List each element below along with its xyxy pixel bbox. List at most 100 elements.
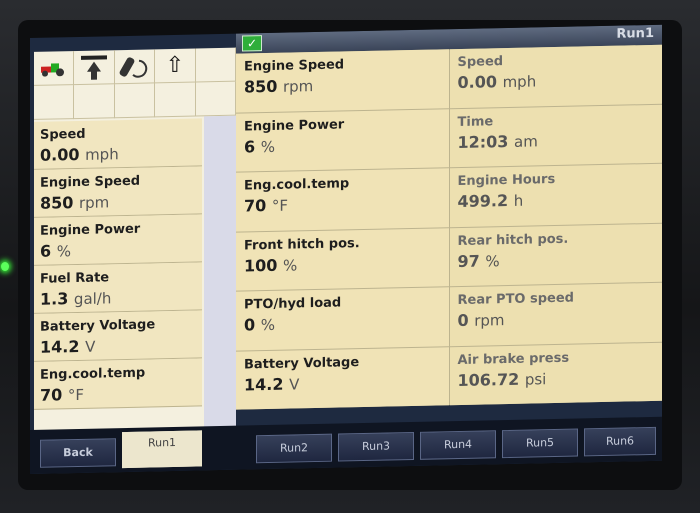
value-number: 0	[244, 315, 256, 335]
toolbar-blank-cell	[155, 82, 196, 118]
field-label: PTO/hyd load	[244, 295, 342, 313]
value-unit: %	[260, 315, 275, 335]
value-unit: mph	[85, 145, 119, 164]
left-fields: Speed 0.00 mph Engine Speed 850 rpm Engi…	[34, 118, 202, 410]
field-label: Battery Voltage	[244, 354, 360, 373]
field-label: Engine Hours	[457, 171, 556, 190]
field-label: Speed	[457, 54, 504, 71]
value-number: 0.00	[40, 144, 80, 165]
toolbar-blank-cell	[74, 84, 115, 120]
value-number: 97	[457, 251, 480, 271]
field-label: Battery Voltage	[40, 317, 156, 335]
value-number: 14.2	[40, 336, 80, 357]
value-unit: psi	[524, 369, 547, 389]
run-title: Run1	[616, 25, 654, 42]
field-value: 6 %	[40, 238, 202, 261]
field-value: 0.00 mph	[40, 142, 202, 165]
value-unit: h	[513, 191, 524, 210]
grid-cell-pto-hyd-load[interactable]: PTO/hyd load 0 %	[236, 287, 449, 351]
left-scroll-area[interactable]	[204, 115, 236, 441]
field-label: Engine Speed	[244, 57, 345, 75]
toolbar-blank-cell	[34, 85, 75, 120]
tab-run5[interactable]: Run5	[502, 428, 578, 459]
value-number: 0.00	[457, 72, 497, 93]
field-label: Engine Power	[244, 116, 345, 135]
value-unit: %	[485, 251, 500, 270]
tab-run3[interactable]: Run3	[338, 431, 414, 462]
field-value: 850 rpm	[40, 190, 202, 213]
left-panel: ⇧ Speed 0.00 mph Engine Speed 850 rpm En…	[34, 47, 236, 444]
field-value: 14.2 V	[244, 371, 449, 394]
data-grid: Engine Speed 850 rpm Speed 0.00 mph Engi…	[236, 44, 663, 410]
left-field-eng-cool-temp[interactable]: Eng.cool.temp 70 °F	[34, 358, 202, 410]
value-number: 70	[40, 385, 63, 405]
toolbar-blank-cell	[195, 81, 236, 117]
value-number: 12:03	[457, 131, 509, 152]
value-number: 1.3	[40, 289, 69, 309]
value-number: 106.72	[457, 369, 520, 390]
toolbar-blank-cell	[114, 83, 156, 119]
grid-cell-speed[interactable]: Speed 0.00 mph	[449, 44, 663, 108]
hitch-up-icon[interactable]	[74, 50, 115, 86]
value-number: 850	[40, 193, 74, 213]
left-field-engine-speed[interactable]: Engine Speed 850 rpm	[34, 166, 202, 218]
value-number: 70	[244, 196, 267, 216]
grid-cell-rear-hitch-pos[interactable]: Rear hitch pos. 97 %	[449, 223, 662, 287]
field-value: 850 rpm	[244, 73, 449, 97]
value-number: 100	[244, 255, 278, 276]
grid-cell-engine-hours[interactable]: Engine Hours 499.2 h	[449, 163, 663, 227]
field-value: 0.00 mph	[458, 69, 663, 92]
value-number: 850	[244, 76, 278, 97]
grid-cell-battery-voltage[interactable]: Battery Voltage 14.2 V	[236, 346, 449, 410]
value-unit: gal/h	[73, 289, 112, 309]
field-value: 6 %	[244, 133, 449, 156]
back-button[interactable]: Back	[40, 438, 116, 468]
tab-run4[interactable]: Run4	[420, 430, 496, 460]
grid-cell-engine-power[interactable]: Engine Power 6 %	[236, 108, 449, 172]
grid-cell-front-hitch-pos[interactable]: Front hitch pos. 100 %	[236, 227, 449, 291]
field-value: 100 %	[244, 252, 449, 275]
value-number: 6	[40, 241, 52, 261]
field-value: 70 °F	[40, 382, 202, 404]
value-unit: am	[514, 131, 538, 151]
value-number: 6	[244, 136, 256, 157]
pto-icon[interactable]	[114, 49, 156, 85]
grid-cell-engine-speed[interactable]: Engine Speed 850 rpm	[236, 49, 449, 113]
field-label: Air brake press	[457, 350, 570, 368]
power-led	[1, 262, 9, 271]
grid-cell-time[interactable]: Time 12:03 am	[449, 104, 663, 168]
tab-run6[interactable]: Run6	[584, 426, 656, 457]
left-field-battery-voltage[interactable]: Battery Voltage 14.2 V	[34, 310, 202, 362]
field-value: 14.2 V	[40, 334, 202, 357]
grid-cell-rear-pto-speed[interactable]: Rear PTO speed 0 rpm	[449, 282, 662, 346]
left-field-engine-power[interactable]: Engine Power 6 %	[34, 214, 202, 266]
value-unit: rpm	[474, 311, 505, 330]
left-field-fuel-rate[interactable]: Fuel Rate 1.3 gal/h	[34, 262, 202, 314]
field-label: Front hitch pos.	[244, 235, 360, 254]
value-unit: mph	[502, 72, 537, 92]
field-label: Engine Speed	[40, 173, 141, 191]
tractor-icon[interactable]	[34, 51, 75, 86]
icon-toolbar: ⇧	[34, 47, 236, 120]
value-number: 499.2	[457, 190, 509, 212]
field-value: 499.2 h	[458, 188, 663, 211]
field-label: Speed	[40, 126, 86, 143]
field-value: 70 °F	[244, 192, 449, 215]
toolbar-blank-cell	[195, 47, 236, 83]
field-label: Engine Power	[40, 221, 141, 239]
field-label: Rear PTO speed	[457, 290, 575, 309]
display-screen: ✓ Run1 ⇧ Speed 0.00 mph Engine Speed 850…	[30, 24, 663, 475]
value-unit: rpm	[78, 193, 110, 212]
value-unit: °F	[67, 385, 84, 405]
arrow-up-icon[interactable]: ⇧	[155, 48, 196, 84]
value-unit: %	[56, 242, 71, 261]
tab-run1[interactable]: Run1	[122, 430, 202, 469]
field-value: 1.3 gal/h	[40, 286, 202, 309]
field-value: 106.72 psi	[458, 366, 663, 389]
grid-cell-air-brake-press[interactable]: Air brake press 106.72 psi	[449, 342, 663, 406]
field-label: Rear hitch pos.	[457, 231, 569, 249]
grid-cell-eng-cool-temp[interactable]: Eng.cool.temp 70 °F	[236, 168, 449, 232]
left-field-speed[interactable]: Speed 0.00 mph	[34, 118, 202, 170]
tab-run2[interactable]: Run2	[256, 433, 332, 464]
field-value: 12:03 am	[458, 128, 663, 151]
